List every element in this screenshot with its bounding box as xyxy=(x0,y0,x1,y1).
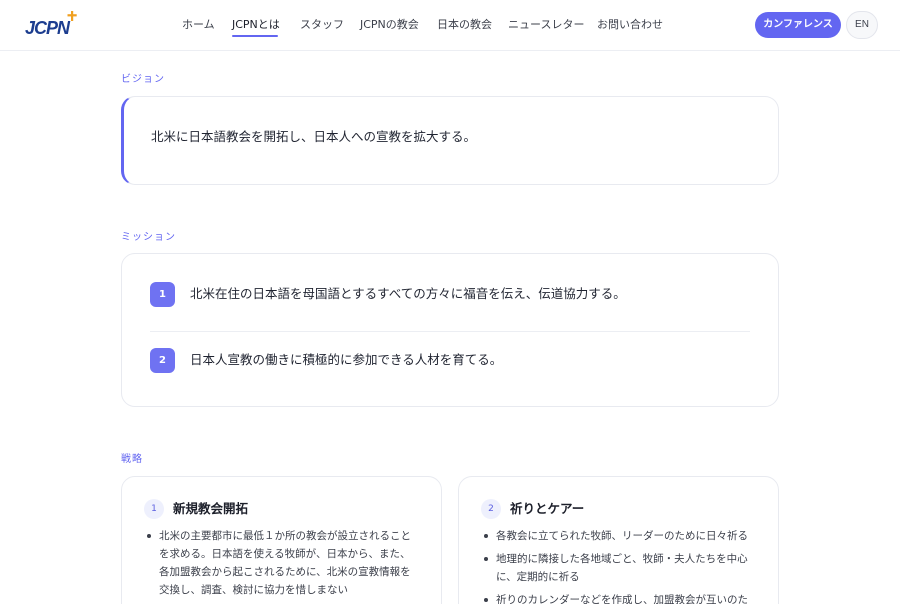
site-header: JCPN ホーム JCPNとは スタッフ JCPNの教会 日本の教会 ニュースレ… xyxy=(0,0,900,51)
mission-divider xyxy=(150,331,750,332)
nav-newsletter[interactable]: ニュースレター xyxy=(508,18,584,32)
strategy-list-item: 地理的に隣接した各地域ごと、牧師・夫人たちを中心に、定期的に祈る xyxy=(483,550,753,586)
strategy-number-badge: 2 xyxy=(481,499,501,519)
nav-staff[interactable]: スタッフ xyxy=(300,18,344,32)
strategy-card-title: 新規教会開拓 xyxy=(173,501,249,516)
strategy-item-list: 北米の主要都市に最低１か所の教会が設立されることを求める。日本語を使える牧師が、… xyxy=(146,527,416,604)
strategy-card-prayer-care: 2 祈りとケアー 各教会に立てられた牧師、リーダーのために日々祈る 地理的に隣接… xyxy=(458,476,779,604)
mission-number-badge: 1 xyxy=(150,282,175,307)
strategy-card-title: 祈りとケアー xyxy=(510,501,585,516)
strategy-list-item: 祈りのカレンダーなどを作成し、加盟教会が互いのた xyxy=(483,591,753,604)
nav-home[interactable]: ホーム xyxy=(182,18,215,32)
vision-section-label: ビジョン xyxy=(121,74,165,85)
nav-contact[interactable]: お問い合わせ xyxy=(597,18,663,32)
conference-button[interactable]: カンファレンス xyxy=(755,12,841,38)
strategy-number-badge: 1 xyxy=(144,499,164,519)
nav-japan-churches[interactable]: 日本の教会 xyxy=(437,18,492,32)
nav-jcpn-churches[interactable]: JCPNの教会 xyxy=(360,18,419,32)
mission-item-text: 北米在住の日本語を母国語とするすべての方々に福音を伝え、伝道協力する。 xyxy=(190,286,626,301)
strategy-card-church-planting: 1 新規教会開拓 北米の主要都市に最低１か所の教会が設立されることを求める。日本… xyxy=(121,476,442,604)
strategy-list-item: 各教会に立てられた牧師、リーダーのために日々祈る xyxy=(483,527,753,545)
svg-text:JCPN: JCPN xyxy=(25,18,71,38)
mission-section-label: ミッション xyxy=(121,232,176,243)
mission-card: 1 北米在住の日本語を母国語とするすべての方々に福音を伝え、伝道協力する。 2 … xyxy=(121,253,779,407)
vision-text: 北米に日本語教会を開拓し、日本人への宣教を拡大する。 xyxy=(151,129,477,144)
jcpn-logo[interactable]: JCPN xyxy=(24,9,84,39)
nav-about[interactable]: JCPNとは xyxy=(232,18,280,32)
strategy-section-label: 戦略 xyxy=(121,454,143,465)
mission-item-text: 日本人宣教の働きに積極的に参加できる人材を育てる。 xyxy=(190,352,503,367)
vision-card: 北米に日本語教会を開拓し、日本人への宣教を拡大する。 xyxy=(121,96,779,185)
mission-number-badge: 2 xyxy=(150,348,175,373)
strategy-item-list: 各教会に立てられた牧師、リーダーのために日々祈る 地理的に隣接した各地域ごと、牧… xyxy=(483,527,753,604)
active-nav-indicator xyxy=(232,35,278,37)
language-toggle-button[interactable]: EN xyxy=(846,11,878,39)
strategy-list-item: 北米の主要都市に最低１か所の教会が設立されることを求める。日本語を使える牧師が、… xyxy=(146,527,416,599)
